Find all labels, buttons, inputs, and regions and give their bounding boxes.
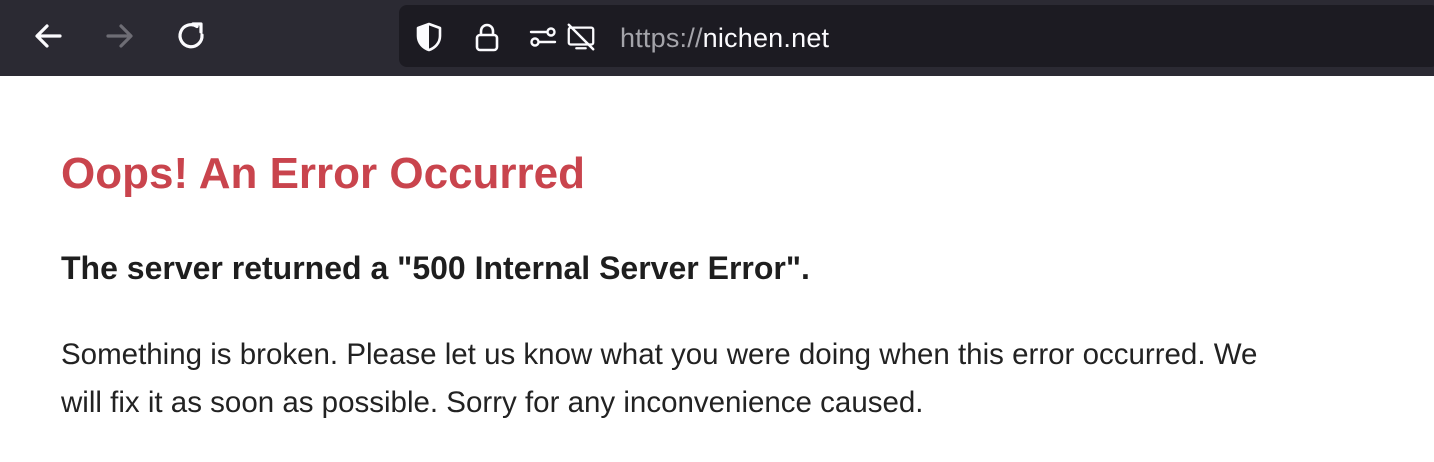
arrow-right-icon	[106, 24, 133, 48]
forward-button[interactable]	[98, 14, 142, 58]
camera-blocked-button[interactable]	[565, 21, 597, 53]
back-button[interactable]	[26, 14, 70, 58]
url-bar[interactable]: https://nichen.net	[399, 5, 1434, 67]
reload-icon	[178, 22, 204, 49]
url-scheme: https://	[620, 23, 703, 53]
arrow-left-icon	[35, 24, 62, 48]
permissions-button[interactable]	[527, 21, 559, 53]
error-subtitle: The server returned a "500 Internal Serv…	[61, 250, 810, 286]
url-host: nichen.net	[702, 23, 830, 53]
reload-button[interactable]	[170, 14, 214, 58]
browser-toolbar: https://nichen.net	[0, 0, 1434, 76]
shield-icon	[416, 22, 442, 52]
camera-blocked-icon	[567, 23, 595, 51]
url-text[interactable]: https://nichen.net	[620, 22, 829, 54]
error-title: Oops! An Error Occurred	[61, 149, 586, 198]
lock-icon	[475, 23, 499, 52]
error-message: Something is broken. Please let us know …	[61, 338, 1258, 419]
tracking-protection-button[interactable]	[413, 21, 445, 53]
site-security-button[interactable]	[471, 21, 503, 53]
permissions-icon	[529, 27, 557, 47]
